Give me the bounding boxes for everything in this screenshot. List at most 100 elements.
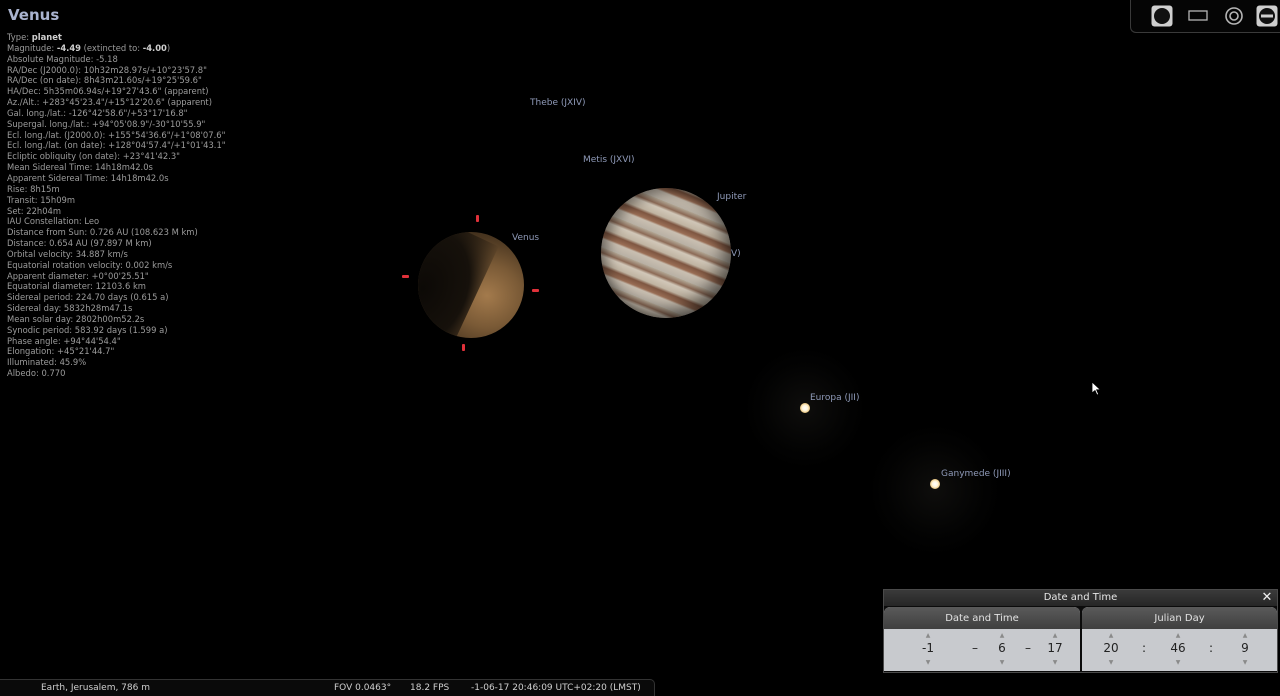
hour-down-arrow-icon[interactable]: ▼ bbox=[1096, 659, 1126, 666]
jupiter-planet[interactable] bbox=[601, 188, 731, 318]
info-text: ) bbox=[166, 42, 171, 53]
minute-spinbox[interactable]: ▲ 46 ▼ bbox=[1163, 629, 1193, 671]
info-row: Gal. long./lat.: -126°42'58.6"/+53°17'16… bbox=[7, 108, 226, 119]
day-down-arrow-icon[interactable]: ▼ bbox=[1040, 659, 1070, 666]
info-row: Elongation: +45°21'44.7" bbox=[7, 346, 226, 357]
second-spinbox[interactable]: ▲ 9 ▼ bbox=[1230, 629, 1260, 671]
info-label: Distance: 0.654 AU (97.897 M km) bbox=[7, 238, 152, 249]
rectangle-button[interactable] bbox=[1186, 4, 1210, 28]
target-button[interactable] bbox=[1222, 4, 1246, 28]
tab-julian-day[interactable]: Julian Day bbox=[1082, 607, 1277, 629]
mouse-cursor-icon bbox=[1092, 382, 1102, 396]
info-row: RA/Dec (on date): 8h43m21.60s/+19°25'59.… bbox=[7, 75, 226, 86]
info-label: Set: 22h04m bbox=[7, 205, 62, 216]
close-icon[interactable]: ✕ bbox=[1260, 590, 1274, 606]
label-jupiter[interactable]: Jupiter bbox=[717, 192, 746, 202]
year-value[interactable]: -1 bbox=[913, 641, 943, 655]
month-spinbox[interactable]: ▲ 6 ▼ bbox=[987, 629, 1017, 671]
date-separator: – bbox=[1025, 641, 1031, 655]
venus-night-side bbox=[418, 232, 499, 338]
second-down-arrow-icon[interactable]: ▼ bbox=[1230, 659, 1260, 666]
info-row: Orbital velocity: 34.887 km/s bbox=[7, 249, 226, 260]
label-hidden-moon[interactable]: V) bbox=[731, 249, 741, 259]
time-separator: : bbox=[1209, 641, 1214, 655]
object-info-list: Type: planet Magnitude: -4.49 (extincted … bbox=[7, 32, 226, 379]
rectangle-icon bbox=[1188, 10, 1208, 21]
venus-planet[interactable] bbox=[418, 232, 524, 338]
info-label: Orbital velocity: 34.887 km/s bbox=[7, 248, 128, 259]
info-label: RA/Dec (J2000.0): 10h32m28.97s/+10°23'57… bbox=[7, 64, 207, 75]
info-label: Absolute Magnitude: -5.18 bbox=[7, 53, 118, 64]
ganymede-moon[interactable] bbox=[930, 479, 940, 489]
hour-spinbox[interactable]: ▲ 20 ▼ bbox=[1096, 629, 1126, 671]
time-separator: : bbox=[1142, 641, 1147, 655]
hour-up-arrow-icon[interactable]: ▲ bbox=[1096, 632, 1126, 639]
selection-marker-top bbox=[476, 215, 479, 222]
info-label: Illuminated: 45.9% bbox=[7, 357, 87, 368]
year-spinbox[interactable]: ▲ -1 ▼ bbox=[913, 629, 943, 671]
info-row: Ecl. long./lat. (on date): +128°04'57.4"… bbox=[7, 140, 226, 151]
info-label: IAU Constellation: Leo bbox=[7, 216, 100, 227]
label-metis[interactable]: Metis (JXVI) bbox=[583, 155, 635, 165]
year-up-arrow-icon[interactable]: ▲ bbox=[913, 632, 943, 639]
year-down-arrow-icon[interactable]: ▼ bbox=[913, 659, 943, 666]
ganymede-halo bbox=[870, 425, 1000, 555]
info-label: Transit: 15h09m bbox=[7, 194, 76, 205]
status-bar: Earth, Jerusalem, 786 m FOV 0.0463° 18.2… bbox=[0, 679, 655, 696]
info-row: IAU Constellation: Leo bbox=[7, 216, 226, 227]
label-europa[interactable]: Europa (JII) bbox=[810, 393, 859, 403]
info-label: Ecliptic obliquity (on date): +23°41'42.… bbox=[7, 151, 181, 162]
info-row: Apparent diameter: +0°00'25.51" bbox=[7, 271, 226, 282]
info-label: Rise: 8h15m bbox=[7, 183, 60, 194]
status-fov: FOV 0.0463° bbox=[334, 683, 392, 693]
info-row: RA/Dec (J2000.0): 10h32m28.97s/+10°23'57… bbox=[7, 65, 226, 76]
minute-down-arrow-icon[interactable]: ▼ bbox=[1163, 659, 1193, 666]
info-value: -4.49 bbox=[56, 42, 81, 53]
day-value[interactable]: 17 bbox=[1040, 641, 1070, 655]
minute-up-arrow-icon[interactable]: ▲ bbox=[1163, 632, 1193, 639]
info-label: Mean solar day: 2802h00m52.2s bbox=[7, 313, 145, 324]
date-separator: – bbox=[972, 641, 978, 655]
info-row: Set: 22h04m bbox=[7, 206, 226, 217]
info-row: Sidereal day: 5832h28m47.1s bbox=[7, 303, 226, 314]
month-up-arrow-icon[interactable]: ▲ bbox=[987, 632, 1017, 639]
second-value[interactable]: 9 bbox=[1230, 641, 1260, 655]
info-row: Albedo: 0.770 bbox=[7, 368, 226, 379]
dialog-title: Date and Time bbox=[1043, 592, 1118, 603]
info-row: Az./Alt.: +283°45'23.4"/+15°12'20.6" (ap… bbox=[7, 97, 226, 108]
info-row: Ecliptic obliquity (on date): +23°41'42.… bbox=[7, 151, 226, 162]
planet-disk-icon bbox=[1151, 5, 1173, 27]
selection-marker-left bbox=[402, 275, 409, 278]
info-row: Equatorial rotation velocity: 0.002 km/s bbox=[7, 260, 226, 271]
hour-value[interactable]: 20 bbox=[1096, 641, 1126, 655]
label-thebe[interactable]: Thebe (JXIV) bbox=[530, 98, 586, 108]
status-location[interactable]: Earth, Jerusalem, 786 m bbox=[41, 683, 150, 693]
month-value[interactable]: 6 bbox=[987, 641, 1017, 655]
time-pane: Julian Day ▲ 20 ▼ : ▲ 46 ▼ : ▲ 9 ▼ bbox=[1082, 607, 1277, 671]
minute-value[interactable]: 46 bbox=[1163, 641, 1193, 655]
day-up-arrow-icon[interactable]: ▲ bbox=[1040, 632, 1070, 639]
label-ganymede[interactable]: Ganymede (JIII) bbox=[941, 469, 1011, 479]
info-row: Phase angle: +94°44'54.4" bbox=[7, 336, 226, 347]
dialog-titlebar[interactable]: Date and Time ✕ bbox=[884, 590, 1277, 606]
second-up-arrow-icon[interactable]: ▲ bbox=[1230, 632, 1260, 639]
info-label: HA/Dec: 5h35m06.94s/+19°27'43.6" (appare… bbox=[7, 86, 209, 97]
info-label: Supergal. long./lat.: +94°05'08.9"/-30°1… bbox=[7, 118, 206, 129]
info-row: HA/Dec: 5h35m06.94s/+19°27'43.6" (appare… bbox=[7, 86, 226, 97]
info-label: Apparent Sidereal Time: 14h18m42.0s bbox=[7, 172, 169, 183]
info-label: Ecl. long./lat. (on date): +128°04'57.4"… bbox=[7, 140, 226, 151]
info-label: Ecl. long./lat. (J2000.0): +155°54'36.6"… bbox=[7, 129, 226, 140]
info-row: Transit: 15h09m bbox=[7, 195, 226, 206]
tab-date-and-time[interactable]: Date and Time bbox=[884, 607, 1080, 629]
label-venus[interactable]: Venus bbox=[512, 233, 539, 243]
planet-disk-button[interactable] bbox=[1150, 4, 1174, 28]
no-entry-button[interactable] bbox=[1255, 4, 1279, 28]
status-datetime[interactable]: -1-06-17 20:46:09 UTC+02:20 (LMST) bbox=[471, 683, 641, 693]
info-row: Supergal. long./lat.: +94°05'08.9"/-30°1… bbox=[7, 119, 226, 130]
month-down-arrow-icon[interactable]: ▼ bbox=[987, 659, 1017, 666]
date-pane: Date and Time ▲ -1 ▼ – ▲ 6 ▼ – ▲ 17 ▼ bbox=[884, 607, 1080, 671]
info-label: Elongation: +45°21'44.7" bbox=[7, 346, 115, 357]
day-spinbox[interactable]: ▲ 17 ▼ bbox=[1040, 629, 1070, 671]
info-label: Albedo: 0.770 bbox=[7, 368, 66, 379]
europa-moon[interactable] bbox=[800, 403, 810, 413]
